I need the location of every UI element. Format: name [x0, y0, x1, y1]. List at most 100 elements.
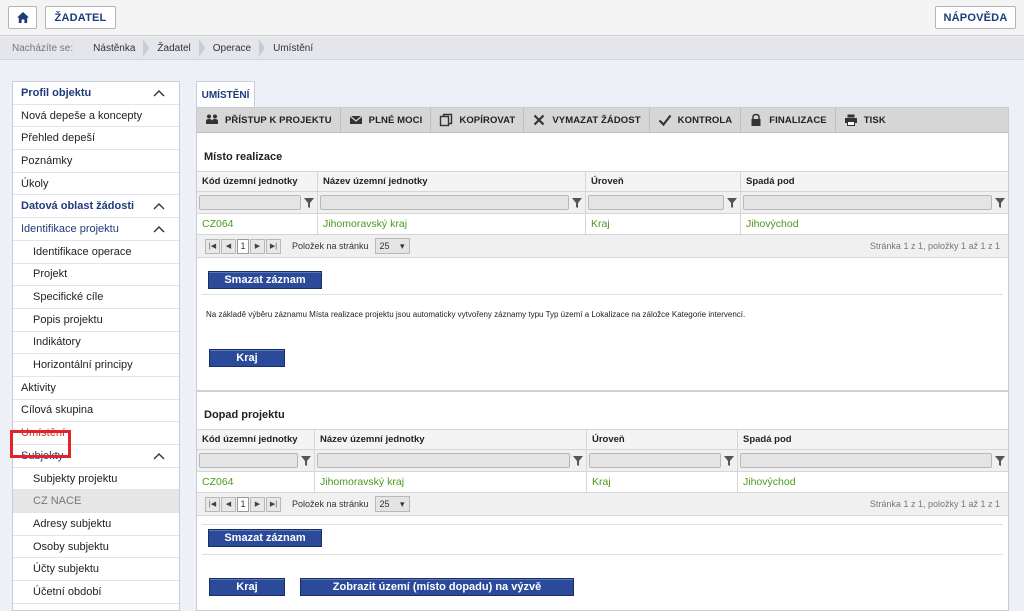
filter-input-name[interactable] — [320, 195, 569, 210]
table-row[interactable]: CZ064 Jihomoravský kraj Kraj Jihovýchod — [197, 472, 1008, 493]
chevron-up-icon[interactable] — [153, 202, 165, 210]
filter-icon[interactable] — [726, 197, 738, 209]
project-access-button[interactable]: PŘÍSTUP K PROJEKTU — [197, 108, 341, 132]
sidebar-item-subject-persons[interactable]: Osoby subjektu — [13, 536, 179, 559]
filter-input-code[interactable] — [199, 195, 301, 210]
sidebar-item-subject-addresses[interactable]: Adresy subjektu — [13, 513, 179, 536]
delete-application-button[interactable]: VYMAZAT ŽÁDOST — [524, 108, 650, 132]
page-number[interactable]: 1 — [237, 238, 249, 254]
sidebar-item-messages[interactable]: Přehled depeší — [13, 127, 179, 151]
sidebar-item-subject-accounts[interactable]: Účty subjektu — [13, 558, 179, 582]
delete-record-button[interactable]: Smazat záznam — [208, 529, 322, 547]
per-page-label: Položek na stránku — [292, 241, 369, 251]
sidebar-item-activities[interactable]: Aktivity — [13, 377, 179, 400]
sidebar-item-location[interactable]: Umístění — [13, 422, 179, 445]
sidebar-item-tasks[interactable]: Úkoly — [13, 173, 179, 196]
sidebar-item-project[interactable]: Projekt — [13, 264, 179, 287]
sidebar-item-project-subjects[interactable]: Subjekty projektu — [13, 468, 179, 491]
column-header-code[interactable]: Kód územní jednotky — [197, 430, 315, 449]
tab-location[interactable]: UMÍSTĚNÍ — [196, 81, 255, 108]
filter-icon[interactable] — [994, 197, 1006, 209]
filter-icon[interactable] — [300, 455, 312, 467]
column-header-parent[interactable]: Spadá pod — [741, 172, 1008, 191]
column-header-name[interactable]: Název územní jednotky — [318, 172, 586, 191]
per-page-value: 25 — [379, 241, 390, 251]
column-header-name[interactable]: Název územní jednotky — [315, 430, 587, 449]
filter-input-parent[interactable] — [743, 195, 992, 210]
filter-icon[interactable] — [571, 197, 583, 209]
copy-button[interactable]: KOPÍROVAT — [431, 108, 525, 132]
next-page-icon[interactable]: ▶ — [250, 238, 265, 254]
sidebar-item-subjects[interactable]: Subjekty — [13, 445, 179, 468]
sidebar-item-operation-identification[interactable]: Identifikace operace — [13, 241, 179, 264]
sidebar-item-project-identification[interactable]: Identifikace projektu — [13, 218, 179, 241]
chevron-down-icon: ▾ — [400, 240, 405, 251]
filter-icon[interactable] — [994, 455, 1006, 467]
sidebar-item-label: Adresy subjektu — [33, 517, 112, 530]
filter-cell — [197, 192, 318, 213]
filter-cell — [318, 192, 586, 213]
per-page-select[interactable]: 25 ▾ — [374, 496, 410, 512]
table-row[interactable]: CZ064 Jihomoravský kraj Kraj Jihovýchod — [197, 214, 1008, 235]
level-region-button[interactable]: Kraj — [209, 578, 285, 596]
per-page-select[interactable]: 25 ▾ — [374, 238, 410, 254]
applicant-button[interactable]: ŽADATEL — [45, 6, 116, 29]
last-page-icon[interactable]: ▶| — [266, 496, 281, 512]
checkmark-icon — [658, 114, 672, 127]
last-page-icon[interactable]: ▶| — [266, 238, 281, 254]
filter-cell — [197, 450, 315, 471]
filter-cell — [586, 192, 741, 213]
check-label: KONTROLA — [677, 114, 733, 126]
delete-record-button[interactable]: Smazat záznam — [208, 271, 322, 289]
column-header-code[interactable]: Kód územní jednotky — [197, 172, 318, 191]
prev-page-icon[interactable]: ◀ — [221, 496, 236, 512]
first-page-icon[interactable]: |◀ — [205, 238, 220, 254]
sidebar-item-new-message[interactable]: Nová depeše a koncepty — [13, 105, 179, 128]
power-of-attorney-button[interactable]: PLNÉ MOCI — [341, 108, 432, 132]
divider — [202, 554, 1003, 555]
help-button[interactable]: NÁPOVĚDA — [935, 6, 1016, 29]
sidebar-item-object-profile[interactable]: Profil objektu — [13, 82, 179, 105]
show-impact-area-button[interactable]: Zobrazit území (místo dopadu) na výzvě — [300, 578, 574, 596]
column-header-level[interactable]: Úroveň — [586, 172, 741, 191]
level-region-button[interactable]: Kraj — [209, 349, 285, 367]
filter-input-code[interactable] — [199, 453, 298, 468]
sidebar-item-data-area[interactable]: Datová oblast žádosti — [13, 195, 179, 219]
sidebar-item-notes[interactable]: Poznámky — [13, 150, 179, 173]
breadcrumb-applicant[interactable]: Žadatel — [149, 37, 206, 60]
sidebar-item-indicators[interactable]: Indikátory — [13, 332, 179, 355]
finalize-button[interactable]: FINALIZACE — [741, 108, 836, 132]
chevron-up-icon[interactable] — [153, 452, 165, 460]
page-number[interactable]: 1 — [237, 496, 249, 512]
next-page-icon[interactable]: ▶ — [250, 496, 265, 512]
cell-code: CZ064 — [197, 472, 315, 492]
column-header-level[interactable]: Úroveň — [587, 430, 738, 449]
chevron-up-icon[interactable] — [153, 89, 165, 97]
sidebar-item-horizontal-principles[interactable]: Horizontální principy — [13, 354, 179, 377]
column-header-parent[interactable]: Spadá pod — [738, 430, 1008, 449]
home-button[interactable] — [8, 6, 37, 29]
sidebar-item-target-group[interactable]: Cílová skupina — [13, 400, 179, 423]
sidebar-item-project-description[interactable]: Popis projektu — [13, 309, 179, 332]
breadcrumb-lead: Nacházíte se: — [12, 42, 74, 54]
sidebar-item-label: Profil objektu — [21, 86, 92, 99]
sidebar-item-label: Přehled depeší — [21, 132, 95, 145]
prev-page-icon[interactable]: ◀ — [221, 238, 236, 254]
sidebar-item-label: Indikátory — [33, 336, 81, 349]
filter-input-level[interactable] — [588, 195, 724, 210]
check-button[interactable]: KONTROLA — [650, 108, 742, 132]
chevron-up-icon[interactable] — [153, 225, 165, 233]
first-page-icon[interactable]: |◀ — [205, 496, 220, 512]
sidebar-item-accounting-periods[interactable]: Účetní období — [13, 581, 179, 604]
filter-input-level[interactable] — [589, 453, 721, 468]
filter-icon[interactable] — [572, 455, 584, 467]
filter-icon[interactable] — [723, 455, 735, 467]
filter-input-parent[interactable] — [740, 453, 992, 468]
sidebar-item-label: Subjekty projektu — [33, 472, 118, 485]
filter-icon[interactable] — [303, 197, 315, 209]
breadcrumb-dashboard[interactable]: Nástěnka — [85, 37, 150, 60]
sidebar-item-specific-goals[interactable]: Specifické cíle — [13, 286, 179, 309]
breadcrumb-operation[interactable]: Operace — [205, 37, 266, 60]
filter-input-name[interactable] — [317, 453, 570, 468]
print-button[interactable]: TISK — [836, 108, 894, 132]
